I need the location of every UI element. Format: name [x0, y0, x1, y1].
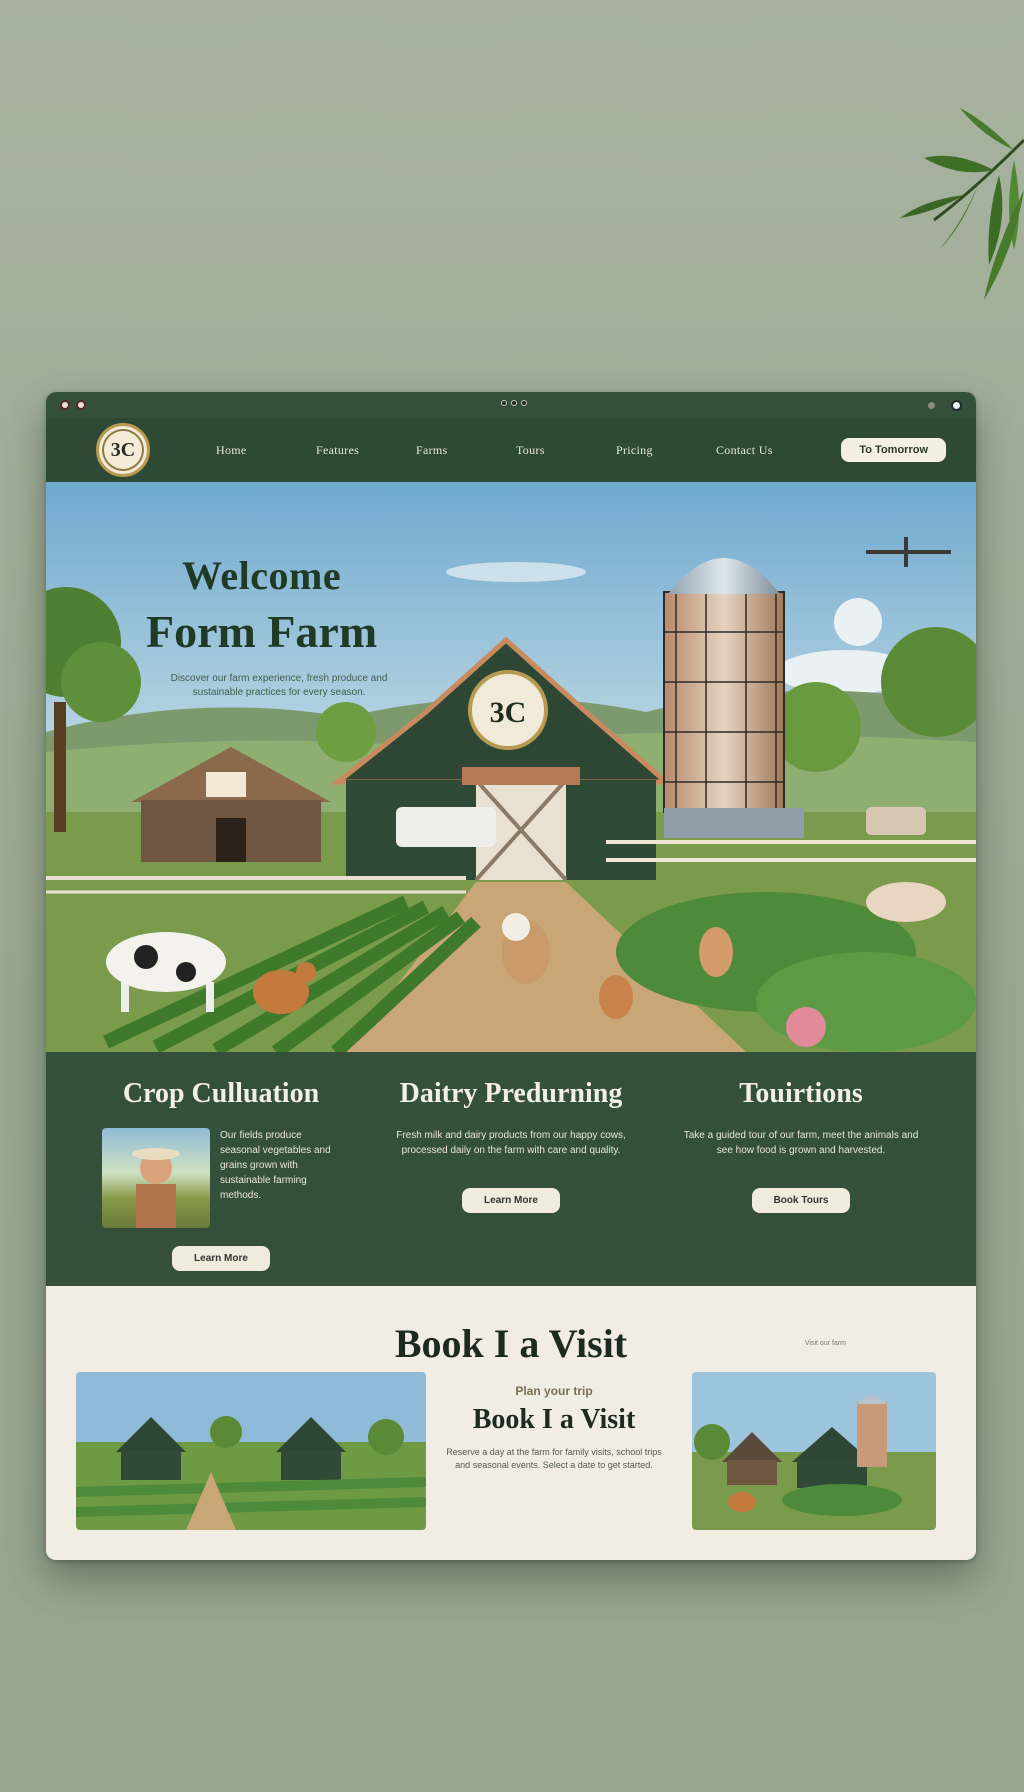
minimize-dot-icon[interactable] — [76, 400, 86, 410]
nav-home[interactable]: Home — [216, 443, 316, 458]
service-text: Our fields produce seasonal vegetables a… — [220, 1130, 331, 1201]
service-title: Touirtions — [739, 1078, 863, 1109]
leaf-branch-icon — [900, 108, 1024, 300]
hero-subtitle: Discover our farm experience, fresh prod… — [170, 673, 388, 698]
settings-dot-icon[interactable] — [928, 401, 935, 409]
booking-kicker: Plan your trip — [515, 1384, 593, 1398]
booking-description: Reserve a day at the farm for family vis… — [446, 1447, 662, 1470]
hero-section: 3C Welcome Form Farm Discover our farm e… — [46, 482, 976, 1052]
crops-learn-more-button[interactable]: Learn More — [172, 1246, 270, 1271]
close-dot-icon[interactable] — [60, 400, 70, 410]
farm-photo-left — [76, 1372, 426, 1530]
nav-contact[interactable]: Contact Us — [716, 443, 816, 458]
nav-farms[interactable]: Farms — [416, 443, 516, 458]
hero-title-line1: Welcome — [182, 553, 342, 598]
farmer-photo — [102, 1128, 210, 1228]
main-navbar: 3C Home Features Farms Tours Pricing Con… — [46, 418, 976, 482]
nav-tours[interactable]: Tours — [516, 443, 616, 458]
barn-sign-text: 3C — [490, 696, 527, 729]
hero-title-line2: Form Farm — [146, 606, 378, 657]
service-title: Daitry Predurning — [399, 1078, 623, 1109]
hero-title: Welcome Form Farm — [146, 552, 377, 658]
booking-subheading: Book I a Visit — [472, 1404, 636, 1435]
service-text: Fresh milk and dairy products from our h… — [396, 1130, 626, 1156]
window-drag-handle[interactable] — [501, 400, 527, 406]
nav-pricing[interactable]: Pricing — [616, 443, 716, 458]
book-tours-button[interactable]: Book Tours — [751, 1188, 851, 1213]
farm-logo[interactable]: 3C — [96, 423, 150, 477]
nav-features[interactable]: Features — [316, 443, 416, 458]
booking-heading: Book I a Visit — [394, 1321, 628, 1366]
service-card-crops: Crop Culluation Our fields produce seaso… — [76, 1078, 366, 1286]
service-card-dairy: Daitry Predurning Fresh milk and dairy p… — [366, 1078, 656, 1286]
service-card-tours: Touirtions Take a guided tour of our far… — [656, 1078, 946, 1286]
service-text: Take a guided tour of our farm, meet the… — [683, 1130, 919, 1156]
dairy-learn-more-button[interactable]: Learn More — [462, 1188, 560, 1213]
services-section: Crop Culluation Our fields produce seaso… — [46, 1052, 976, 1286]
service-title: Crop Culluation — [122, 1078, 320, 1109]
booking-tiny-label: Visit our farm — [804, 1340, 846, 1347]
browser-window: 3C Home Features Farms Tours Pricing Con… — [46, 392, 976, 1560]
booking-section: Book I a Visit Visit our farm Plan your … — [46, 1286, 976, 1558]
window-titlebar — [46, 392, 976, 418]
farm-photo-right — [692, 1372, 936, 1530]
nav-links: Home Features Farms Tours Pricing Contac… — [216, 443, 816, 458]
maximize-dot-icon[interactable] — [951, 399, 962, 411]
booking-text-block: Plan your trip Book I a Visit Reserve a … — [438, 1384, 670, 1472]
nav-cta-button[interactable]: To Tomorrow — [841, 438, 946, 462]
